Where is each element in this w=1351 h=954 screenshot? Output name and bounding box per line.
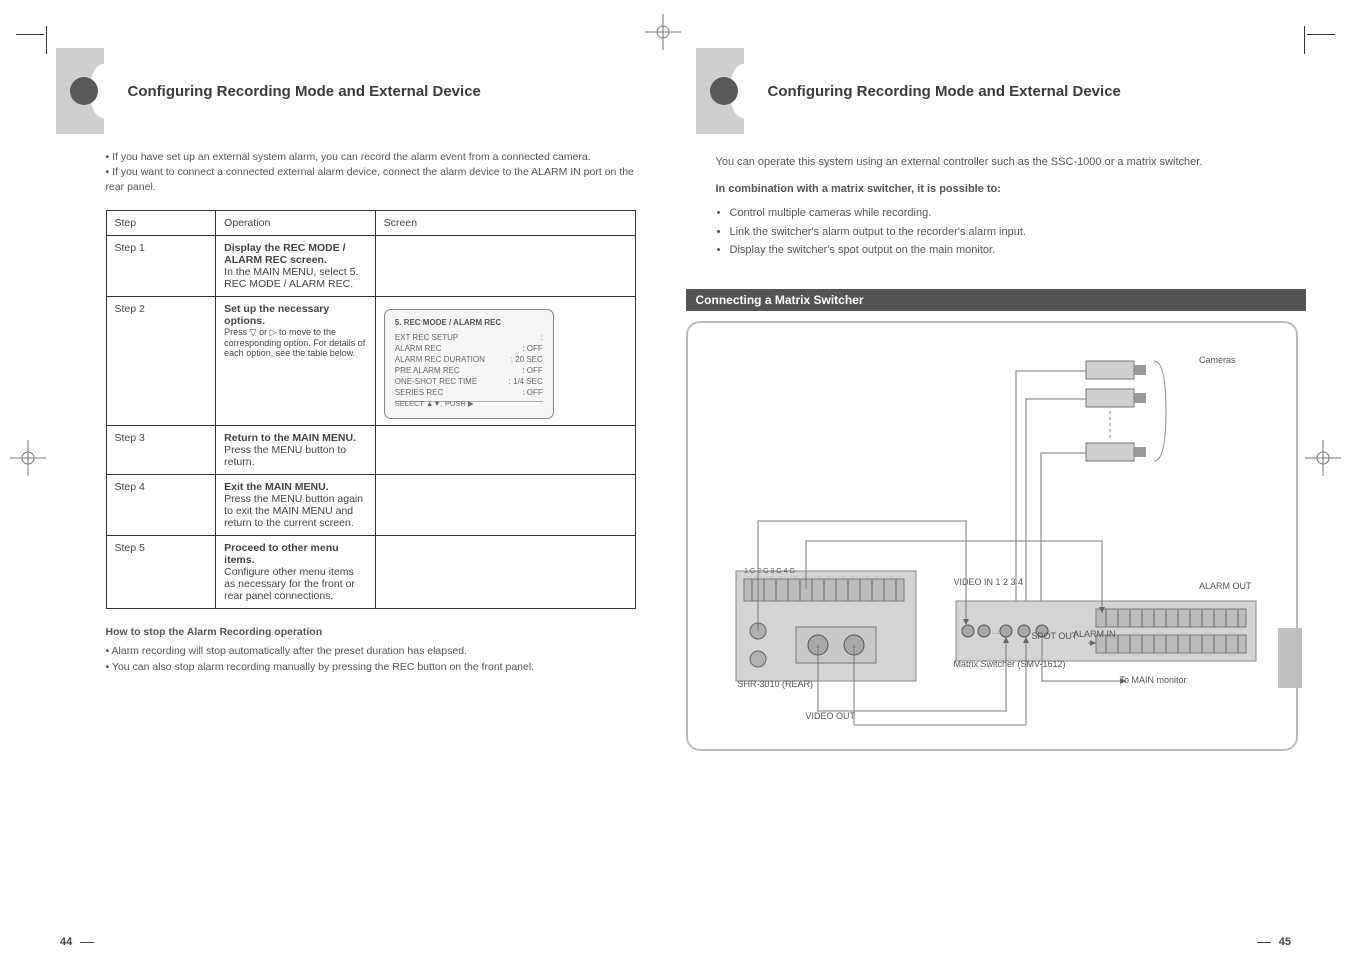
th-screen: Screen (375, 210, 635, 235)
diagram-label-videoout: VIDEO OUT (806, 711, 856, 721)
left-note-1: • If you have set up an external system … (106, 150, 646, 165)
page-number-left: 44 (60, 936, 94, 948)
after-table-title: How to stop the Alarm Recording operatio… (106, 625, 636, 641)
osd-mock: 5. REC MODE / ALARM REC EXT REC SETUP: A… (384, 309, 554, 419)
diagram-label-rear: SHR-3010 (REAR) (738, 679, 814, 689)
op-title: Display the REC MODE / ALARM REC screen. (224, 242, 367, 266)
procedure-table: Step Operation Screen Step 1 Display the… (106, 210, 636, 609)
table-row: Step 2 Set up the necessary options. Pre… (106, 296, 635, 425)
camera-icon (1086, 443, 1146, 461)
tab-glyph (696, 48, 754, 134)
left-note: • If you have set up an external system … (106, 150, 646, 196)
diagram-label-spotout: SPOT OUT (1032, 631, 1078, 641)
possible-title: In combination with a matrix switcher, i… (716, 181, 1306, 198)
tab-glyph (56, 48, 114, 134)
op-body: Press ▽ or ▷ to move to the correspondin… (224, 327, 367, 358)
svg-text:…: … (992, 627, 1000, 636)
connection-diagram: 1 G 2 G 3 G 4 G … (686, 321, 1298, 751)
right-section-header: Configuring Recording Mode and External … (696, 48, 1306, 134)
osd-bottom: SELECT ▲▼, PUSH ▶ (395, 399, 543, 408)
table-row: Step 5 Proceed to other menu items. Conf… (106, 535, 635, 608)
osd-title: 5. REC MODE / ALARM REC (395, 318, 543, 327)
page-number-right: 45 (1257, 936, 1291, 948)
after-line-1: • Alarm recording will stop automaticall… (106, 644, 636, 660)
camera-icon (1086, 361, 1146, 379)
camera-icon (1086, 389, 1146, 407)
after-table-note: How to stop the Alarm Recording operatio… (106, 625, 636, 676)
side-tab-connections (1278, 628, 1302, 688)
diagram-label-alarmout: ALARM OUT (1199, 581, 1252, 591)
black-section-header: Connecting a Matrix Switcher (686, 289, 1306, 311)
left-note-2: • If you want to connect a connected ext… (106, 165, 646, 195)
table-row: Step 3 Return to the MAIN MENU. Press th… (106, 425, 635, 474)
op-title: Return to the MAIN MENU. (224, 432, 367, 444)
op-body: Press the MENU button again to exit the … (224, 493, 367, 529)
right-page: Configuring Recording Mode and External … (686, 48, 1306, 751)
left-section-title: Configuring Recording Mode and External … (128, 83, 481, 100)
right-section-title: Configuring Recording Mode and External … (768, 83, 1121, 100)
after-line-2: • You can also stop alarm recording manu… (106, 660, 636, 676)
intro-line-1: You can operate this system using an ext… (716, 154, 1306, 171)
diagram-label-video-in: VIDEO IN 1 2 3 4 (954, 577, 1024, 587)
left-page: Configuring Recording Mode and External … (26, 48, 646, 751)
op-title: Proceed to other menu items. (224, 542, 367, 566)
diagram-label-alarmin: ALARM IN (1073, 629, 1116, 639)
table-row: Step 4 Exit the MAIN MENU. Press the MEN… (106, 474, 635, 535)
op-title: Exit the MAIN MENU. (224, 481, 367, 493)
op-body: In the MAIN MENU, select 5. REC MODE / A… (224, 266, 367, 290)
svg-text:1 G 2 G 3 G 4 G: 1 G 2 G 3 G 4 G (744, 568, 795, 575)
possible-item: Control multiple cameras while recording… (730, 205, 1306, 222)
diagram-label-matrix: Matrix Switcher (SMV-1612) (954, 659, 1066, 669)
op-body: Configure other menu items as necessary … (224, 566, 367, 602)
th-step: Step (106, 210, 216, 235)
table-row: Step 1 Display the REC MODE / ALARM REC … (106, 235, 635, 296)
diagram-label-cameras: Cameras (1199, 355, 1236, 365)
th-op: Operation (216, 210, 376, 235)
possible-item: Display the switcher's spot output on th… (730, 242, 1306, 259)
left-section-header: Configuring Recording Mode and External … (56, 48, 646, 134)
op-body: Press the MENU button to return. (224, 444, 367, 468)
possible-item: Link the switcher's alarm output to the … (730, 224, 1306, 241)
diagram-label-to-monitor: To MAIN monitor (1120, 675, 1187, 685)
op-title: Set up the necessary options. (224, 303, 367, 327)
right-intro: You can operate this system using an ext… (716, 154, 1306, 259)
